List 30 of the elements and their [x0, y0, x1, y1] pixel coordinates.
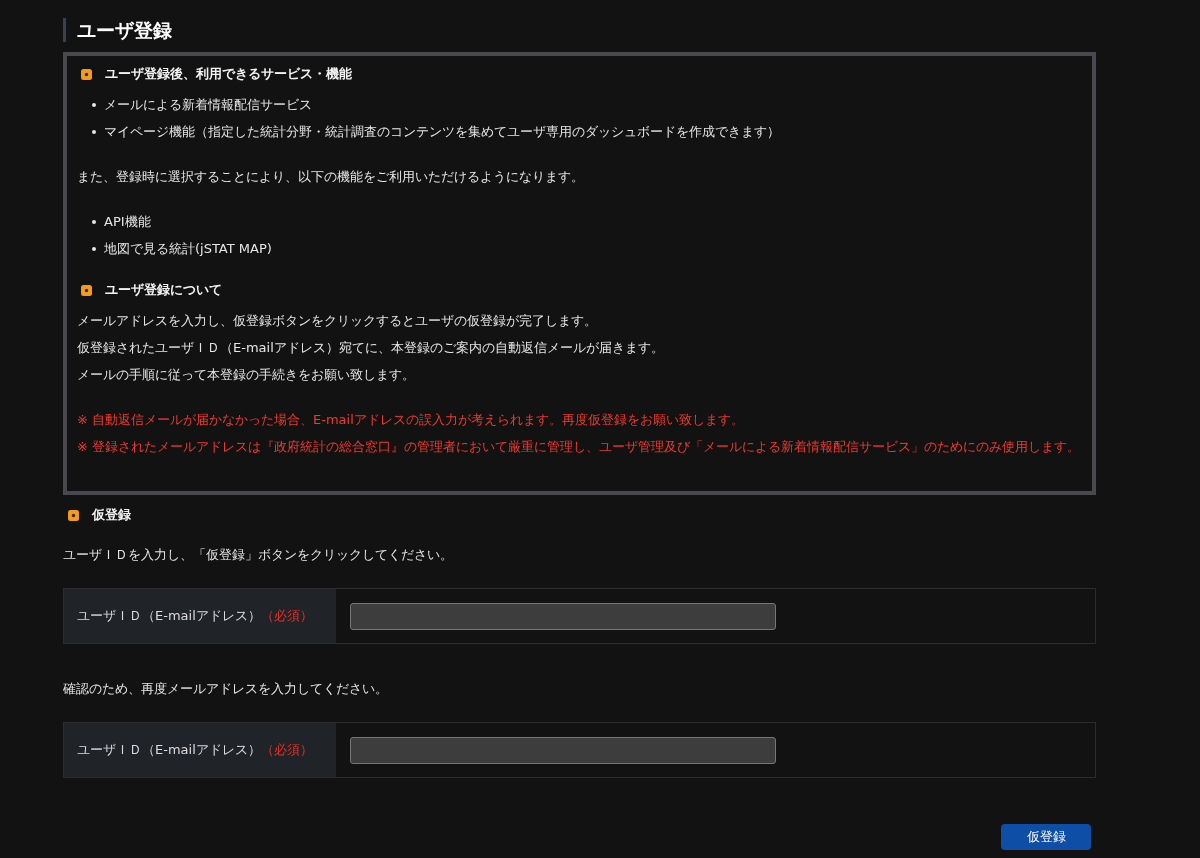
section-marker-icon — [81, 68, 92, 80]
instruction-text: 確認のため、再度メールアドレスを入力してください。 — [63, 680, 389, 698]
field-label: ユーザＩＤ（E-mailアドレス） — [77, 741, 261, 759]
section-heading: ユーザ登録について — [105, 281, 222, 299]
paragraph-text: メールアドレスを入力し、仮登録ボタンをクリックするとユーザの仮登録が完了します。 — [77, 312, 598, 330]
list-item-text: API機能 — [104, 213, 151, 231]
email-input-field[interactable] — [350, 602, 776, 630]
section-heading: ユーザ登録後、利用できるサービス・機能 — [105, 65, 352, 83]
paragraph-text: また、登録時に選択することにより、以下の機能をご利用いただけるようになります。 — [77, 168, 585, 186]
page-title: ユーザ登録 — [63, 18, 1096, 42]
bullet-dot-icon — [92, 219, 96, 224]
notice-text: ※ 登録されたメールアドレスは『政府統計の総合窓口』の管理者において厳重に管理し、ユーザ管理及び「メールによる新着情報配信サービス」のためにのみ使用します。 — [77, 438, 1082, 456]
field-label: ユーザＩＤ（E-mailアドレス） — [77, 607, 261, 625]
list-item-text: マイページ機能（指定した統計分野・統計調査のコンテンツを集めてユーザ専用のダッシュボードを作成できます） — [104, 123, 780, 141]
list-item-text: メールによる新着情報配信サービス — [104, 96, 312, 114]
paragraph-text: 仮登録されたユーザＩＤ（E-mailアドレス）宛てに、本登録のご案内の自動返信メールが届きます。 — [77, 339, 665, 357]
bullet-dot-icon — [92, 129, 96, 134]
email-input-field[interactable] — [350, 736, 776, 764]
section-heading: 仮登録 — [92, 506, 131, 524]
required-text: （必須） — [260, 741, 313, 759]
notice-text: ※ 自動返信メールが届かなかった場合、E-mailアドレスの誤入力が考えられます。再度仮登録をお願い致します。 — [77, 411, 745, 429]
submit-button[interactable]: 仮登録 — [1001, 824, 1091, 850]
section-marker-icon — [81, 284, 92, 296]
bullet-dot-icon — [92, 102, 96, 107]
bullet-dot-icon — [92, 246, 96, 251]
instruction-text: ユーザＩＤを入力し、「仮登録」ボタンをクリックしてください。 — [63, 546, 454, 564]
paragraph-text: メールの手順に従って本登録の手続きをお願い致します。 — [77, 366, 416, 384]
section-marker-icon — [68, 509, 79, 521]
required-text: （必須） — [260, 607, 313, 625]
list-item-text: 地図で見る統計(jSTAT MAP) — [104, 240, 272, 258]
